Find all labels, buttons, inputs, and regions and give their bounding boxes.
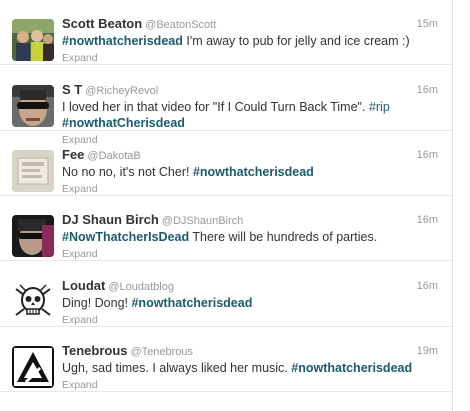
user-fullname[interactable]: Scott Beaton: [62, 16, 142, 31]
tweet-text: Ugh, sad times. I always liked her music…: [62, 360, 422, 376]
tweet-header: S T @RicheyRevol: [62, 82, 158, 98]
tweet-item[interactable]: Scott Beaton @BeatonScott 15m #nowthatche…: [0, 0, 452, 65]
tweet-text-post: I'm away to pub for jelly and ice cream …: [182, 34, 410, 48]
tweet-text: No no no, it's not Cher! #nowthatcherisd…: [62, 164, 422, 180]
tweet-text-line: I loved her in that video for "If I Coul…: [62, 100, 369, 114]
user-handle[interactable]: @DakotaB: [87, 150, 140, 162]
tweet-header: DJ Shaun Birch @DJShaunBirch: [62, 212, 243, 228]
sunglasses-avatar[interactable]: [12, 85, 54, 127]
hashtag-link[interactable]: #rip: [369, 100, 390, 114]
tweet-header: Loudat @Loudatblog: [62, 278, 174, 294]
tweet-item[interactable]: Tenebrous @Tenebrous 19m Ugh, sad times. …: [0, 327, 452, 392]
tweet-header: Fee @DakotaB: [62, 147, 141, 163]
user-handle[interactable]: @DJShaunBirch: [162, 215, 243, 227]
user-fullname[interactable]: S T: [62, 82, 82, 97]
hashtag-link[interactable]: #nowthatcherisdead: [131, 296, 252, 310]
hashtag-link[interactable]: #NowThatcherIsDead: [62, 230, 189, 244]
tweet-timestamp[interactable]: 15m: [417, 18, 438, 30]
tweet-text: #nowthatcherisdead I'm away to pub for j…: [62, 33, 422, 49]
tweet-item[interactable]: Loudat @Loudatblog 16m Ding! Dong! #nowth…: [0, 262, 452, 327]
box-photo-avatar[interactable]: [12, 150, 54, 192]
expand-link[interactable]: Expand: [62, 248, 98, 260]
expand-link[interactable]: Expand: [62, 379, 98, 391]
tweet-item[interactable]: S T @RicheyRevol 16m I loved her in that …: [0, 66, 452, 146]
tweet-text-pre: Ugh, sad times. I always liked her music…: [62, 361, 292, 375]
user-fullname[interactable]: Tenebrous: [62, 343, 128, 358]
tweet-timestamp[interactable]: 16m: [417, 149, 438, 161]
tweet-text: #NowThatcherIsDead There will be hundred…: [62, 229, 422, 245]
tweet-text-pre: Ding! Dong!: [62, 296, 132, 310]
expand-link[interactable]: Expand: [62, 183, 98, 195]
user-handle[interactable]: @BeatonScott: [145, 19, 216, 31]
tweet-text: I loved her in that video for "If I Coul…: [62, 99, 422, 131]
expand-link[interactable]: Expand: [62, 314, 98, 326]
tweet-text-pre: No no no, it's not Cher!: [62, 165, 193, 179]
user-handle[interactable]: @Tenebrous: [131, 346, 194, 358]
skull-logo-avatar[interactable]: [12, 281, 54, 323]
tweet-item[interactable]: DJ Shaun Birch @DJShaunBirch 16m #NowThat…: [0, 196, 452, 261]
tweet-header: Scott Beaton @BeatonScott: [62, 16, 216, 32]
dj-face-avatar[interactable]: [12, 215, 54, 257]
expand-link[interactable]: Expand: [62, 52, 98, 64]
triangle-logo-avatar[interactable]: [12, 346, 54, 388]
user-fullname[interactable]: DJ Shaun Birch: [62, 212, 159, 227]
tweet-timestamp[interactable]: 16m: [417, 84, 438, 96]
user-fullname[interactable]: Loudat: [62, 278, 105, 293]
tweet-item[interactable]: Fee @DakotaB 16m No no no, it's not Cher!…: [0, 131, 452, 196]
tweet-header: Tenebrous @Tenebrous: [62, 343, 193, 359]
tweet-timestamp[interactable]: 16m: [417, 214, 438, 226]
hashtag-link[interactable]: #nowthatcherisdead: [193, 165, 314, 179]
tweet-timestamp[interactable]: 16m: [417, 280, 438, 292]
user-fullname[interactable]: Fee: [62, 147, 84, 162]
tweet-text: Ding! Dong! #nowthatcherisdead: [62, 295, 422, 311]
hashtag-link[interactable]: #nowthatcherisdead: [62, 34, 183, 48]
tweet-text-post: There will be hundreds of parties.: [189, 230, 378, 244]
user-handle[interactable]: @Loudatblog: [108, 281, 174, 293]
hashtag-link[interactable]: #nowthatCherisdead: [62, 116, 185, 130]
tweet-timestamp[interactable]: 19m: [417, 345, 438, 357]
tweet-timeline: Scott Beaton @BeatonScott 15m #nowthatche…: [0, 0, 453, 411]
photo-group-avatar[interactable]: [12, 19, 54, 61]
user-handle[interactable]: @RicheyRevol: [85, 85, 158, 97]
hashtag-link[interactable]: #nowthatcherisdead: [291, 361, 412, 375]
